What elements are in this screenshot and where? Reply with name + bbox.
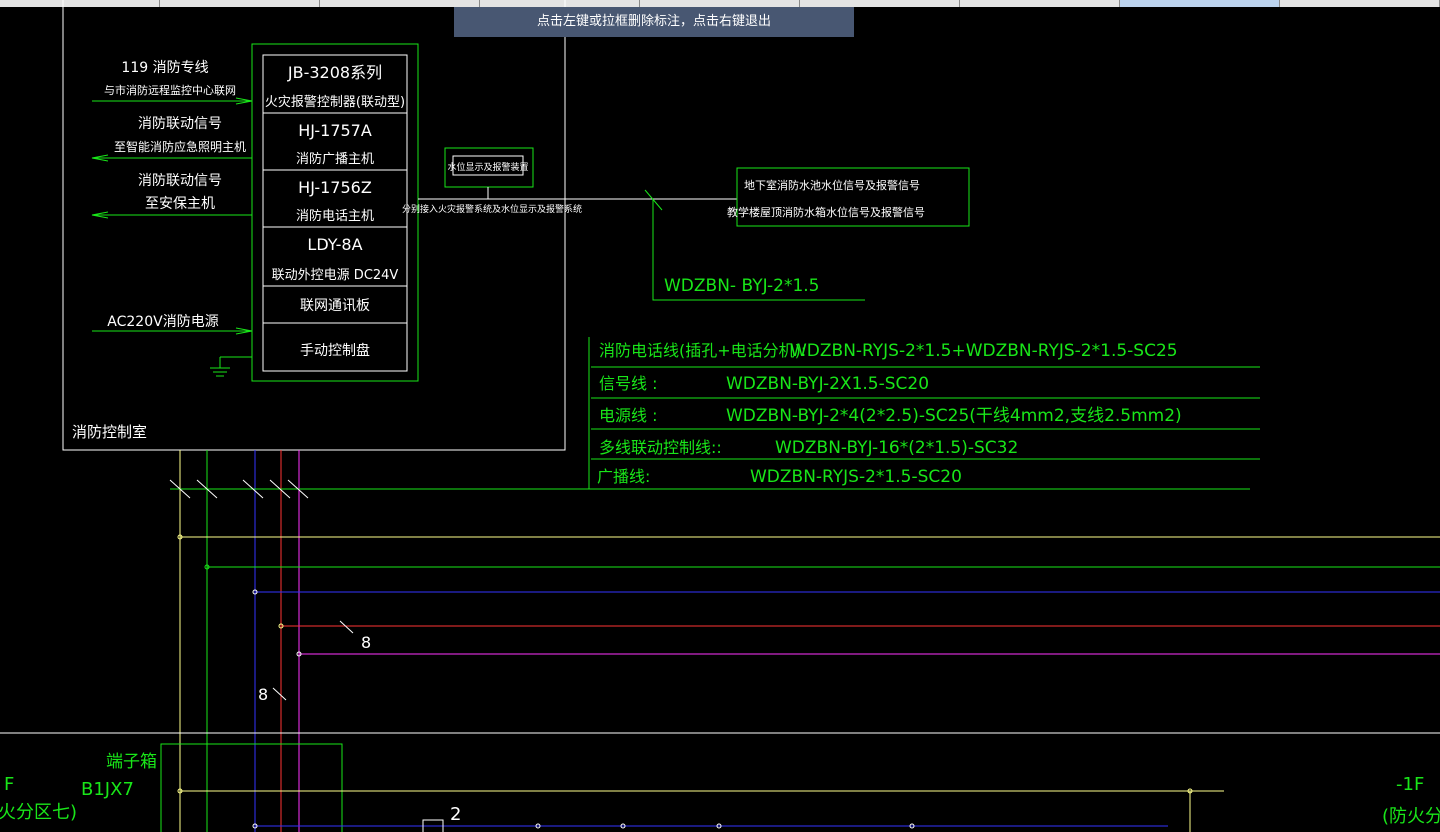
wire-count-b: 8 [258, 685, 268, 704]
legend-phone-name: 消防电话线(插孔+电话分机): [599, 341, 806, 360]
input-linkage-b-desc: 至安保主机 [145, 196, 215, 212]
device-count: 2 [450, 804, 461, 825]
panel-phone-model: HJ-1756Z [298, 178, 372, 197]
panel-broadcast-model: HJ-1757A [298, 121, 372, 140]
water-signal-roof: 教学楼屋顶消防水箱水位信号及报警信号 [727, 205, 925, 219]
input-linkage-a-desc: 至智能消防应急照明主机 [114, 139, 246, 154]
input-ac220-power: AC220V消防电源 [107, 314, 218, 330]
legend-broadcast-spec: WDZBN-RYJS-2*1.5-SC20 [750, 467, 962, 487]
input-119-desc: 与市消防远程监控中心联网 [104, 83, 236, 97]
legend-power-name: 电源线 : [599, 406, 657, 425]
count-tick-a [339, 620, 354, 634]
terminal-box [160, 743, 343, 832]
input-linkage-b: 消防联动信号 [138, 173, 222, 189]
legend-phone-spec: WDZBN-RYJS-2*1.5+WDZBN-RYJS-2*1.5-SC25 [790, 341, 1178, 361]
junction-nodes [177, 534, 302, 657]
ground-symbol [210, 356, 252, 377]
panel-power-desc: 联动外控电源 DC24V [272, 268, 399, 283]
input-119-line: 119 消防专线 [121, 60, 208, 76]
panel-broadcast-desc: 消防广播主机 [296, 151, 374, 167]
water-signal-basement: 地下室消防水池水位信号及报警信号 [744, 178, 920, 192]
legend-signal-spec: WDZBN-BYJ-2X1.5-SC20 [726, 374, 929, 394]
terminal-box-name: 端子箱 [106, 752, 157, 772]
wire-count-a: 8 [361, 633, 371, 652]
legend-control-name: 多线联动控制线:: [599, 438, 722, 457]
panel-controller-model: JB-3208系列 [287, 63, 382, 82]
cable-spec-label: WDZBN- BYJ-2*1.5 [664, 276, 819, 296]
terminal-box-code: B1JX7 [81, 779, 134, 800]
water-level-note: 分别接入火灾报警系统及水位显示及报警系统 [402, 203, 582, 215]
delete-annotation-hint-bar: 点击左键或拉框删除标注，点击右键退出 [454, 7, 854, 37]
legend-broadcast-name: 广播线: [597, 467, 650, 486]
panel-phone-desc: 消防电话主机 [296, 208, 374, 224]
legend-signal-name: 信号线 : [599, 374, 657, 393]
water-level-device-label: 水位显示及报警装置 [447, 161, 528, 173]
room-label: 消防控制室 [72, 423, 147, 441]
panel-network-board: 联网通讯板 [300, 298, 370, 314]
panel-power-model: LDY-8A [307, 235, 362, 254]
floor-label-left-a: F [4, 774, 14, 795]
panel-controller-desc: 火灾报警控制器(联动型) [265, 94, 405, 110]
floor-label-left-b: 火分区七) [0, 802, 77, 823]
legend-control-spec: WDZBN-BYJ-16*(2*1.5)-SC32 [775, 438, 1018, 458]
count-tick-b [272, 687, 287, 701]
input-linkage-a: 消防联动信号 [138, 116, 222, 132]
floor-label-right-a: -1F [1396, 774, 1424, 795]
panel-manual-control: 手动控制盘 [300, 342, 370, 359]
cad-drawing-canvas[interactable]: JB-3208系列 火灾报警控制器(联动型) HJ-1757A 消防广播主机 H… [0, 0, 1440, 832]
legend-power-spec: WDZBN-BYJ-2*4(2*2.5)-SC25(干线4mm2,支线2.5mm… [726, 406, 1182, 426]
floor-label-right-b: (防火分 [1382, 806, 1440, 827]
